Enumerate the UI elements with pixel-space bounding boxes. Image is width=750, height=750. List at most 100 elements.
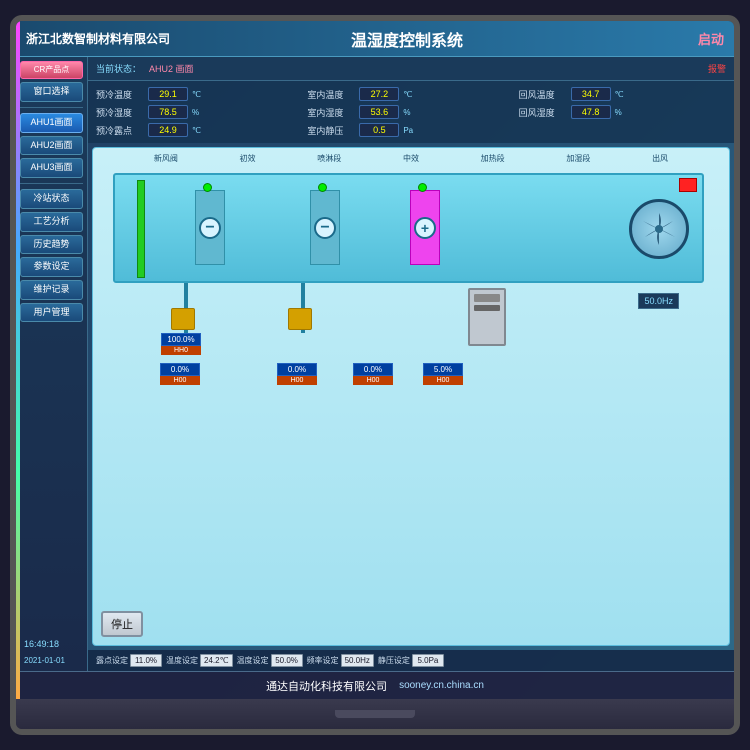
label-static-press: 室内静压 <box>307 124 355 137</box>
status-bar: 当前状态： AHU2 画面 报警 <box>88 57 734 81</box>
inst1-value: 100.0% <box>161 333 201 346</box>
value-freq[interactable]: 50.0Hz <box>341 654 374 667</box>
monitor-frame: 浙江北数智制材料有限公司 温湿度控制系统 启动 CR产品点 窗口选择 AHU1画… <box>10 15 740 735</box>
section-label-humid: 加湿段 <box>566 153 590 164</box>
indicator-humid-top <box>418 183 427 192</box>
unit-precool-humid: % <box>192 108 199 117</box>
indicator-coil1-top <box>203 183 212 192</box>
flowmeter-2 <box>288 308 312 330</box>
label-temp-set: 温度设定 <box>166 655 198 666</box>
fan-circle <box>629 199 689 259</box>
param-dew: 露点设定 11.0% <box>96 654 162 667</box>
inst1-sub: HH0 <box>161 346 201 355</box>
watermark-url: sooney.cn.china.cn <box>399 680 484 691</box>
value-indoor-humid: 53.6 <box>359 105 399 119</box>
reading-return-humid: 回风湿度 47.8 % <box>519 105 726 119</box>
flowmeter-1 <box>171 308 195 330</box>
reading-indoor-humid: 室内湿度 53.6 % <box>307 105 514 119</box>
unit-indoor-temp: ℃ <box>403 90 412 99</box>
sidebar-item-process[interactable]: 工艺分析 <box>20 212 83 232</box>
coil-2-symbol: − <box>314 217 336 239</box>
label-return-humid: 回风湿度 <box>519 106 567 119</box>
unit-indoor-humid: % <box>403 108 410 117</box>
monitor-screen: 浙江北数智制材料有限公司 温湿度控制系统 启动 CR产品点 窗口选择 AHU1画… <box>16 21 734 699</box>
inst1b-sub: H00 <box>160 376 200 385</box>
inst3-value: 0.0% <box>353 363 393 376</box>
sidebar-item-cold[interactable]: 冷站状态 <box>20 189 83 209</box>
fan-section <box>624 185 694 273</box>
instrument-1: 100.0% HH0 <box>161 333 201 355</box>
sidebar-item-cr[interactable]: CR产品点 <box>20 61 83 79</box>
section-label-heat: 加热段 <box>481 153 505 164</box>
time-display: 16:49:18 <box>20 637 83 651</box>
label-precool-temp: 预冷温度 <box>96 88 144 101</box>
sidebar-item-ahu3[interactable]: AHU3画面 <box>20 158 83 178</box>
label-humid-set: 温度设定 <box>237 655 269 666</box>
sidebar-item-ahu2[interactable]: AHU2画面 <box>20 136 83 156</box>
reading-indoor-temp: 室内温度 27.2 ℃ <box>307 87 514 101</box>
value-dew-point: 24.9 <box>148 123 188 137</box>
cabinet-display <box>474 305 500 311</box>
indicator-coil2-top <box>318 183 327 192</box>
bottom-readings: 露点设定 11.0% 温度设定 24.2℃ 温度设定 50.0% 频率设定 50… <box>88 650 734 671</box>
value-temp-set[interactable]: 24.2℃ <box>200 654 233 667</box>
coil-1: − <box>195 190 225 265</box>
sidebar-item-params[interactable]: 参数设定 <box>20 257 83 277</box>
value-humid-set[interactable]: 50.0% <box>271 654 303 667</box>
unit-return-humid: % <box>615 108 622 117</box>
label-indoor-temp: 室内温度 <box>307 88 355 101</box>
sidebar-item-maintenance[interactable]: 维护记录 <box>20 280 83 300</box>
param-temp: 温度设定 24.2℃ <box>166 654 233 667</box>
alarm-indicator <box>679 178 697 192</box>
sidebar-item-user[interactable]: 用户管理 <box>20 303 83 323</box>
coil-1-symbol: − <box>199 217 221 239</box>
label-indoor-humid: 室内湿度 <box>307 106 355 119</box>
stop-button[interactable]: 停止 <box>101 611 143 637</box>
sidebar: CR产品点 窗口选择 AHU1画面 AHU2画面 AHU3画面 冷站状态 工艺分… <box>16 57 88 671</box>
sidebar-item-history[interactable]: 历史趋势 <box>20 235 83 255</box>
hz-display: 50.0Hz <box>638 293 679 309</box>
label-return-temp: 回风温度 <box>519 88 567 101</box>
unit-dew-point: ℃ <box>192 126 201 135</box>
label-press: 静压设定 <box>378 655 410 666</box>
value-return-humid: 47.8 <box>571 105 611 119</box>
ahu-duct: − − + <box>113 173 704 283</box>
sidebar-item-window[interactable]: 窗口选择 <box>20 82 83 102</box>
reading-dew-point: 预冷露点 24.9 ℃ <box>96 123 303 137</box>
section-label-outlet: 出风 <box>652 153 668 164</box>
date-display: 2021-01-01 <box>20 654 83 667</box>
inst3-sub: H00 <box>353 376 393 385</box>
inst4-sub: H00 <box>423 376 463 385</box>
color-band <box>16 21 20 699</box>
label-dew: 露点设定 <box>96 655 128 666</box>
section-label-spray: 喷淋段 <box>317 153 341 164</box>
coil-humid-symbol: + <box>414 217 436 239</box>
main-content: CR产品点 窗口选择 AHU1画面 AHU2画面 AHU3画面 冷站状态 工艺分… <box>16 57 734 671</box>
param-press: 静压设定 5.0Pa <box>378 654 444 667</box>
reading-precool-humid: 预冷湿度 78.5 % <box>96 105 303 119</box>
sidebar-divider-1 <box>20 107 83 108</box>
instrument-4: 5.0% H00 <box>423 363 463 385</box>
value-dew[interactable]: 11.0% <box>130 654 162 667</box>
param-humid-set: 温度设定 50.0% <box>237 654 303 667</box>
reading-empty <box>519 123 726 137</box>
filter-bar-1 <box>137 180 145 278</box>
inst1b-value: 0.0% <box>160 363 200 376</box>
value-press[interactable]: 5.0Pa <box>412 654 444 667</box>
unit-static-press: Pa <box>403 126 413 135</box>
control-cabinet <box>468 288 506 346</box>
monitor-stand <box>335 710 415 718</box>
value-indoor-temp: 27.2 <box>359 87 399 101</box>
value-precool-humid: 78.5 <box>148 105 188 119</box>
inst4-value: 5.0% <box>423 363 463 376</box>
value-precool-temp: 29.1 <box>148 87 188 101</box>
label-dew-point: 预冷露点 <box>96 124 144 137</box>
inst2b-value: 0.0% <box>277 363 317 376</box>
sidebar-divider-2 <box>20 183 83 184</box>
reading-static-press: 室内静压 0.5 Pa <box>307 123 514 137</box>
unit-precool-temp: ℃ <box>192 90 201 99</box>
reading-return-temp: 回风温度 34.7 ℃ <box>519 87 726 101</box>
section-label-fresh: 新风阀 <box>154 153 178 164</box>
alarm-label: 报警 <box>708 62 726 75</box>
sidebar-item-ahu1[interactable]: AHU1画面 <box>20 113 83 133</box>
